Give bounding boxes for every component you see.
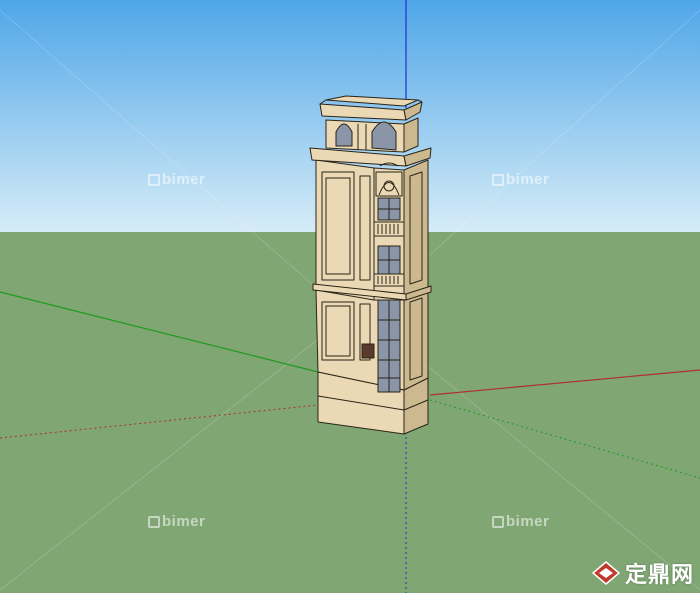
model-canvas[interactable] [0, 0, 700, 593]
watermark-mark-icon [148, 516, 160, 528]
watermark-top-right: bimer [492, 171, 549, 188]
watermark-bottom-left: bimer [148, 513, 205, 530]
tower-model[interactable] [309, 95, 432, 435]
watermark-bottom-right: bimer [492, 513, 549, 530]
watermark-top-left: bimer [148, 171, 205, 188]
sketchup-viewport[interactable]: bimer bimer bimer bimer 定鼎网 [0, 0, 700, 593]
belvedere-side [403, 117, 419, 153]
watermark-mark-icon [492, 516, 504, 528]
body-side [403, 291, 429, 391]
watermark-mark-icon [148, 174, 160, 186]
diamond-logo-icon [591, 561, 621, 585]
watermark-mark-icon [492, 174, 504, 186]
brand-logo: 定鼎网 [591, 557, 694, 589]
brand-logo-text: 定鼎网 [624, 563, 694, 588]
